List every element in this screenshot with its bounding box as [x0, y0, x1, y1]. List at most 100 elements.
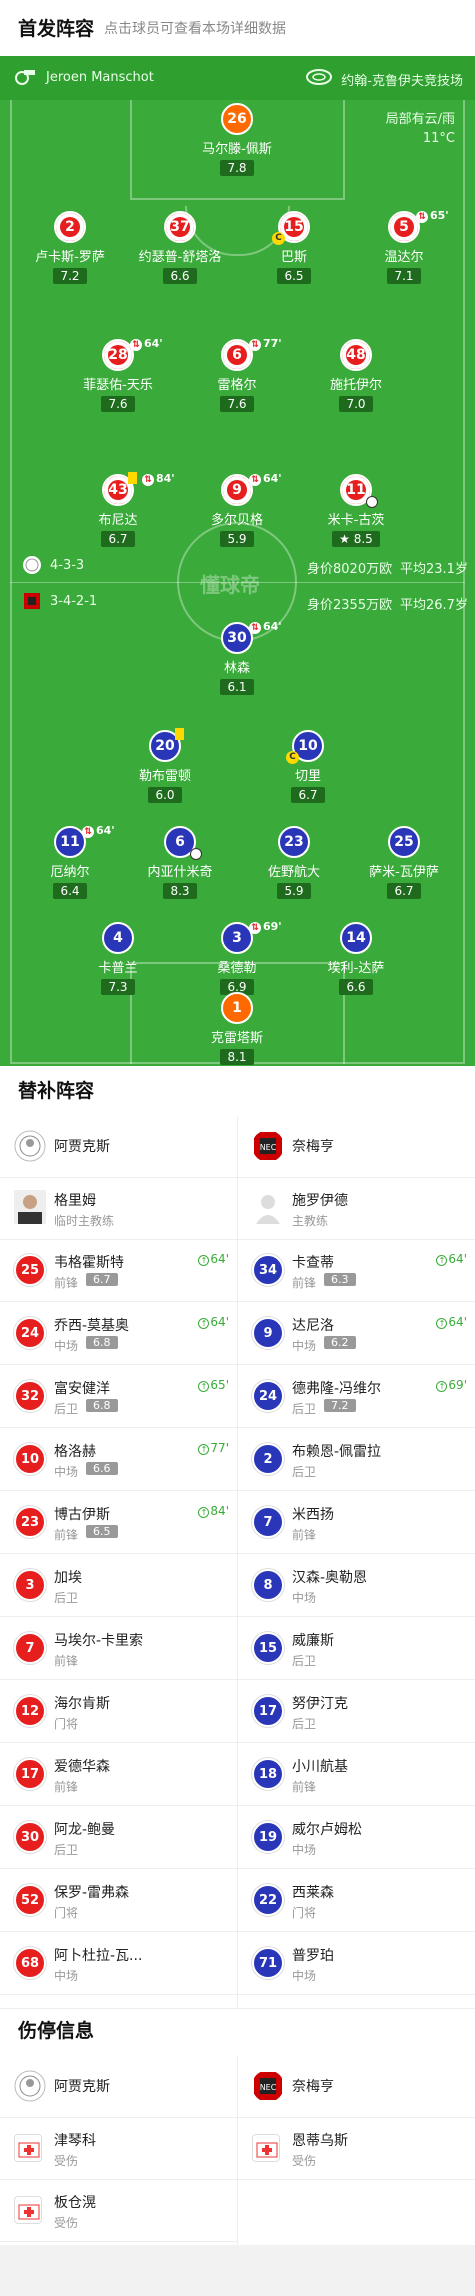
weather-info: 局部有云/雨 11°C: [386, 110, 455, 148]
player-number: 34: [252, 1254, 284, 1286]
sub-player-row[interactable]: 23 博古伊斯 前锋 6.5 ↑ 84': [0, 1492, 237, 1554]
sub-player-row[interactable]: 52 保罗-雷弗森 门将: [0, 1870, 237, 1932]
player-name: 保罗-雷弗森: [54, 1885, 130, 1901]
player-number: 9 ⇅ 64': [221, 472, 282, 506]
player-rating: 6.8: [86, 1336, 118, 1349]
home-player-cb2[interactable]: 15 C 巴斯 6.5: [234, 211, 354, 284]
sub-minute: 64': [210, 1252, 229, 1266]
player-position: 后卫: [54, 1402, 79, 1416]
sub-on-icon: ↑: [198, 1318, 210, 1329]
sub-player-row[interactable]: 22 西莱森 门将: [238, 1870, 475, 1932]
injury-row[interactable]: 板仓滉 受伤: [0, 2180, 237, 2242]
injury-row[interactable]: 恩蒂乌斯 受伤: [238, 2118, 475, 2180]
player-number-text: 9: [232, 482, 242, 498]
player-rating: 6.7: [387, 883, 421, 899]
match-info-bar: Jeroen Manschot 约翰-克鲁伊夫竞技场: [0, 56, 475, 100]
ajax-logo-icon: [14, 2070, 46, 2102]
player-number: 24: [252, 1380, 284, 1412]
sub-player-row[interactable]: 3 加埃 后卫: [0, 1555, 237, 1617]
home-player-cm1[interactable]: 28 ⇅ 64' 菲瑟佑-天乐 7.6: [58, 337, 178, 412]
away-player-cm1[interactable]: 6 内亚什米奇 8.3: [120, 826, 240, 899]
home-player-st[interactable]: 9 ⇅ 64' 多尔贝格 5.9: [177, 472, 297, 547]
sub-off-marker: ⇅ 64': [249, 472, 282, 486]
injury-row[interactable]: 津琴科 受伤: [0, 2118, 237, 2180]
player-number-text: 5: [399, 219, 409, 235]
coach-name: 格里姆: [54, 1193, 96, 1209]
goal-ball-icon: [366, 496, 378, 508]
player-position: 前锋: [54, 1528, 79, 1542]
sub-player-row[interactable]: 2 布赖恩-佩雷拉 后卫: [238, 1429, 475, 1491]
home-player-rb[interactable]: 2 卢卡斯-罗萨 7.2: [10, 211, 130, 284]
home-player-gk[interactable]: 26 马尔滕-佩斯 7.8: [177, 103, 297, 176]
sub-on-marker: ↑ 84': [198, 1504, 229, 1518]
sub-player-row[interactable]: 71 普罗珀 中场: [238, 1933, 475, 1995]
away-player-am2[interactable]: 10 C 切里 6.7: [248, 730, 368, 803]
away-player-lm[interactable]: 25 萨米-瓦伊萨 6.7: [344, 826, 464, 899]
player-rating: 7.2: [324, 1399, 356, 1412]
away-player-cm2[interactable]: 23 佐野航大 5.9: [234, 826, 354, 899]
injured-player-name: 恩蒂乌斯: [292, 2133, 348, 2149]
home-player-lw[interactable]: 11 米卡-古茨 ★ 8.5: [296, 474, 416, 547]
home-coach-row[interactable]: 格里姆 临时主教练: [0, 1178, 237, 1240]
sub-minute: 64': [263, 620, 282, 633]
player-number: 10: [14, 1443, 46, 1475]
sub-player-row[interactable]: 10 格洛赫 中场 6.6 ↑ 77': [0, 1429, 237, 1491]
sub-minute: 64': [210, 1315, 229, 1329]
sub-player-row[interactable]: 24 德弗隆-冯维尔 后卫 7.2 ↑ 69': [238, 1366, 475, 1428]
sub-minute: 69': [263, 920, 282, 933]
player-number: 4: [102, 922, 134, 954]
player-name: 萨米-瓦伊萨: [369, 865, 439, 880]
sub-player-row[interactable]: 7 马埃尔-卡里索 前锋: [0, 1618, 237, 1680]
sub-player-row[interactable]: 18 小川航基 前锋: [238, 1744, 475, 1806]
sub-player-row[interactable]: 7 米西扬 前锋: [238, 1492, 475, 1554]
sub-player-row[interactable]: 25 韦格霍斯特 前锋 6.7 ↑ 64': [0, 1240, 237, 1302]
coach-avatar-icon: [14, 1190, 46, 1224]
home-player-lb[interactable]: 5 ⇅ 65' 温达尔 7.1: [344, 209, 464, 284]
sub-player-row[interactable]: 15 威廉斯 后卫: [238, 1618, 475, 1680]
sub-player-row[interactable]: 17 努伊汀克 后卫: [238, 1681, 475, 1743]
home-player-cb1[interactable]: 37 约瑟普-舒塔洛 6.6: [120, 211, 240, 284]
sub-player-row[interactable]: 19 威尔卢姆松 中场: [238, 1807, 475, 1869]
sub-player-row[interactable]: 34 卡查蒂 前锋 6.3 ↑ 64': [238, 1240, 475, 1302]
player-rating: 6.8: [86, 1399, 118, 1412]
player-name: 埃利-达萨: [327, 961, 385, 976]
sub-player-row[interactable]: 8 汉森-奥勒恩 中场: [238, 1555, 475, 1617]
page-subtitle: 点击球员可查看本场详细数据: [104, 21, 286, 37]
away-player-gk[interactable]: 1 克雷塔斯 8.1: [177, 992, 297, 1065]
away-player-cb1[interactable]: 4 卡普兰 7.3: [58, 922, 178, 995]
sub-player-row[interactable]: 30 阿龙-鲍曼 后卫: [0, 1807, 237, 1869]
sub-minute: 84': [156, 472, 175, 485]
home-player-cm2[interactable]: 6 ⇅ 77' 雷格尔 7.6: [177, 337, 297, 412]
away-formation: 3-4-2-1: [50, 594, 98, 609]
pitch: Jeroen Manschot 约翰-克鲁伊夫竞技场 懂球帝 局部有云/雨 11…: [0, 56, 475, 1066]
nec-logo-icon: NEC: [254, 1132, 282, 1160]
player-position: 前锋: [54, 1654, 79, 1668]
home-player-cm3[interactable]: 48 施托伊尔 7.0: [296, 339, 416, 412]
sub-on-icon: ↑: [198, 1381, 210, 1392]
away-player-st[interactable]: 30 ⇅ 64' 林森 6.1: [177, 620, 297, 695]
away-player-cb2[interactable]: 3 ⇅ 69' 桑德勒 6.9: [177, 920, 297, 995]
home-age: 平均23.1岁: [400, 562, 468, 577]
player-number: 25: [388, 826, 420, 858]
home-player-rw[interactable]: 43 ⇅ 84' 布尼达 6.7: [58, 472, 178, 547]
sub-player-row[interactable]: 68 阿卜杜拉-瓦... 中场: [0, 1933, 237, 1995]
away-player-am1[interactable]: 20 勒布雷顿 6.0: [105, 728, 225, 803]
sub-player-row[interactable]: 12 海尔肯斯 门将: [0, 1681, 237, 1743]
player-name: 普罗珀: [292, 1948, 334, 1964]
sub-player-row[interactable]: 32 富安健洋 后卫 6.8 ↑ 65': [0, 1366, 237, 1428]
medical-kit-icon: [14, 2196, 42, 2224]
player-name: 勒布雷顿: [138, 769, 191, 784]
sub-player-row[interactable]: 17 爱德华森 前锋: [0, 1744, 237, 1806]
sub-off-icon: ⇅: [82, 826, 94, 838]
sub-player-row[interactable]: 24 乔西-莫基奥 中场 6.8 ↑ 64': [0, 1303, 237, 1365]
away-player-cb3[interactable]: 14 埃利-达萨 6.6: [296, 922, 416, 995]
sub-player-row[interactable]: 9 达尼洛 中场 6.2 ↑ 64': [238, 1303, 475, 1365]
away-player-rm[interactable]: 11 ⇅ 64' 厄纳尔 6.4: [10, 824, 130, 899]
player-name: 克雷塔斯: [210, 1031, 263, 1046]
player-position: 中场: [54, 1339, 79, 1353]
sub-on-marker: ↑ 69': [436, 1378, 467, 1392]
coach-role: 主教练: [292, 1214, 329, 1228]
away-coach-row[interactable]: 施罗伊德 主教练: [238, 1178, 475, 1240]
player-number-text: 3: [232, 930, 242, 946]
player-name: 厄纳尔: [50, 865, 90, 880]
